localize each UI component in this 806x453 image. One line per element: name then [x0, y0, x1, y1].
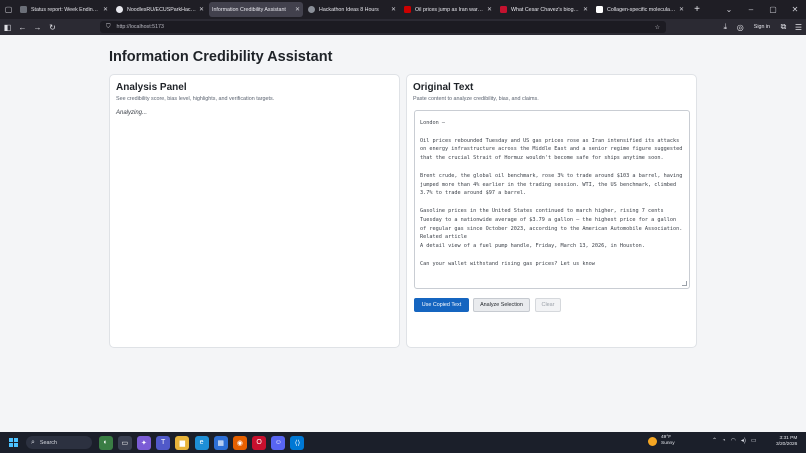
os-taskbar: ⌕ Search ◐ ▭ ✦ T ▆ e ▦ ◉ O ☺ ⟨⟩	[0, 432, 806, 453]
search-icon: ⌕	[31, 438, 35, 446]
window-controls: ⌄ – ▢ ✕	[718, 0, 806, 19]
original-text-heading: Original Text	[413, 82, 474, 93]
download-icon[interactable]: ⤓	[718, 22, 733, 32]
shield-icon: ⛉	[106, 23, 111, 30]
chat-icon	[308, 6, 315, 13]
tab-title: Status report: Week Ending Ma	[31, 6, 100, 13]
tab-title: Collagen-specific molecular ch	[607, 6, 676, 13]
close-icon[interactable]: ✕	[679, 6, 684, 13]
page-content: Information Credibility Assistant Analys…	[0, 35, 806, 432]
tab-title: NoodlesRU/ECUSParkHackath	[127, 6, 196, 13]
analysis-status: Analyzing...	[116, 110, 148, 116]
minimize-icon[interactable]: –	[740, 5, 762, 14]
chevron-up-icon[interactable]: ⌃	[712, 437, 717, 444]
text-paragraph: Brent crude, the global oil benchmark, r…	[420, 172, 686, 197]
tab-favicon-icon	[20, 6, 27, 13]
battery-icon[interactable]: ▭	[751, 437, 757, 444]
original-text-input[interactable]: London — Oil prices rebounded Tuesday an…	[414, 110, 690, 289]
weather-desc: Sunny	[661, 441, 675, 446]
widgets-icon[interactable]: ◐	[98, 435, 113, 450]
original-text-panel: Original Text Paste content to analyze c…	[406, 74, 697, 348]
taskbar-search[interactable]: ⌕ Search	[26, 436, 92, 449]
windows-start-icon[interactable]	[9, 438, 18, 447]
clock-date: 3/20/2026	[776, 442, 798, 447]
tab-title: Information Credibility Assistant	[212, 6, 286, 13]
teams-icon[interactable]: T	[156, 435, 171, 450]
maximize-icon[interactable]: ▢	[762, 5, 784, 14]
bookmark-icon[interactable]: ☆	[655, 24, 660, 31]
tab-oil-prices[interactable]: Oil prices jump as Iran warns S ✕	[401, 2, 495, 17]
tab-collagen[interactable]: Collagen-specific molecular ch ✕	[593, 2, 687, 17]
browser-tab-bar: ▢ Status report: Week Ending Ma ✕ Noodle…	[0, 0, 806, 19]
page-title: Information Credibility Assistant	[109, 49, 333, 65]
extensions-icon[interactable]: ⧉	[776, 22, 791, 32]
url-text: http://localhost:5173	[116, 24, 164, 30]
tab-hackathon-ideas[interactable]: Hackathon Ideas 8 Hours ✕	[305, 2, 399, 17]
menu-icon[interactable]: ☰	[791, 23, 806, 32]
search-placeholder: Search	[39, 439, 58, 446]
news-icon	[500, 6, 507, 13]
opera-icon[interactable]: O	[252, 435, 267, 450]
article-icon	[596, 6, 603, 13]
tab-title: What Cesar Chavez's biographi	[511, 6, 580, 13]
text-paragraph: Can your wallet withstand rising gas pri…	[420, 260, 595, 267]
close-icon[interactable]: ✕	[199, 6, 204, 13]
weather-widget[interactable]: 49°F Sunny	[648, 435, 675, 447]
volume-icon[interactable]: ◂)	[741, 437, 746, 444]
close-window-icon[interactable]: ✕	[784, 5, 806, 14]
close-icon[interactable]: ✕	[103, 6, 108, 13]
resize-handle[interactable]	[682, 281, 687, 286]
use-copied-text-button[interactable]: Use Copied Text	[414, 298, 469, 312]
system-tray: ⌃ ◔ ◠ ◂) ▭	[712, 437, 762, 445]
chevron-down-icon[interactable]: ⌄	[718, 5, 740, 14]
tab-title: Hackathon Ideas 8 Hours	[319, 6, 379, 13]
store-icon[interactable]: ▦	[213, 435, 228, 450]
original-text-subtitle: Paste content to analyze credibility, bi…	[413, 96, 539, 102]
analysis-panel-heading: Analysis Panel	[116, 82, 187, 93]
browser-nav-bar: ◧ ← → ↻ ⛉ http://localhost:5173 ☆ ⤓ ◎ Si…	[0, 19, 806, 35]
account-icon[interactable]: ◎	[733, 23, 748, 32]
network-icon[interactable]: ◔	[722, 438, 726, 444]
analyze-selection-button[interactable]: Analyze Selection	[473, 298, 530, 312]
close-icon[interactable]: ✕	[295, 6, 300, 13]
close-icon[interactable]: ✕	[487, 6, 492, 13]
close-icon[interactable]: ✕	[391, 6, 396, 13]
clear-button[interactable]: Clear	[535, 298, 561, 312]
discord-icon[interactable]: ☺	[271, 435, 286, 450]
new-tab-icon[interactable]: +	[689, 4, 705, 15]
tab-list-icon[interactable]: ▢	[0, 0, 17, 19]
taskbar-clock[interactable]: 3:31 PM 3/20/2026	[776, 436, 797, 448]
toolbar-right: ⤓ ◎ Sign in ⧉ ☰	[718, 22, 806, 32]
tab-cesar-chavez[interactable]: What Cesar Chavez's biographi ✕	[497, 2, 591, 17]
back-icon[interactable]: ←	[15, 23, 30, 32]
sidebar-icon[interactable]: ◧	[0, 23, 15, 32]
analysis-panel: Analysis Panel See credibility score, bi…	[109, 74, 400, 348]
taskbar-apps: ◐ ▭ ✦ T ▆ e ▦ ◉ O ☺ ⟨⟩	[96, 435, 307, 450]
file-explorer-icon[interactable]: ▆	[175, 435, 190, 450]
sign-in-link[interactable]: Sign in	[754, 24, 770, 30]
sun-icon	[648, 436, 657, 446]
github-icon	[116, 6, 123, 13]
address-bar[interactable]: ⛉ http://localhost:5173 ☆	[100, 21, 666, 33]
weather-text: 49°F Sunny	[661, 435, 675, 447]
text-paragraph: Gasoline prices in the United States con…	[420, 207, 683, 250]
edge-icon[interactable]: e	[194, 435, 209, 450]
analysis-panel-subtitle: See credibility score, bias level, highl…	[116, 96, 275, 102]
copilot-icon[interactable]: ✦	[136, 435, 151, 450]
close-icon[interactable]: ✕	[583, 6, 588, 13]
vscode-icon[interactable]: ⟨⟩	[290, 435, 305, 450]
firefox-icon[interactable]: ◉	[232, 435, 247, 450]
tab-credibility-assistant[interactable]: Information Credibility Assistant ✕	[209, 2, 303, 17]
text-paragraph: Oil prices rebounded Tuesday and US gas …	[420, 137, 686, 162]
forward-icon[interactable]: →	[30, 23, 45, 32]
tab-github[interactable]: NoodlesRU/ECUSParkHackath ✕	[113, 2, 207, 17]
tab-title: Oil prices jump as Iran warns S	[415, 6, 484, 13]
task-view-icon[interactable]: ▭	[117, 435, 132, 450]
reload-icon[interactable]: ↻	[45, 23, 60, 32]
text-paragraph: London —	[420, 120, 445, 126]
tab-status-report[interactable]: Status report: Week Ending Ma ✕	[17, 2, 111, 17]
news-icon	[404, 6, 411, 13]
wifi-icon[interactable]: ◠	[731, 437, 736, 444]
